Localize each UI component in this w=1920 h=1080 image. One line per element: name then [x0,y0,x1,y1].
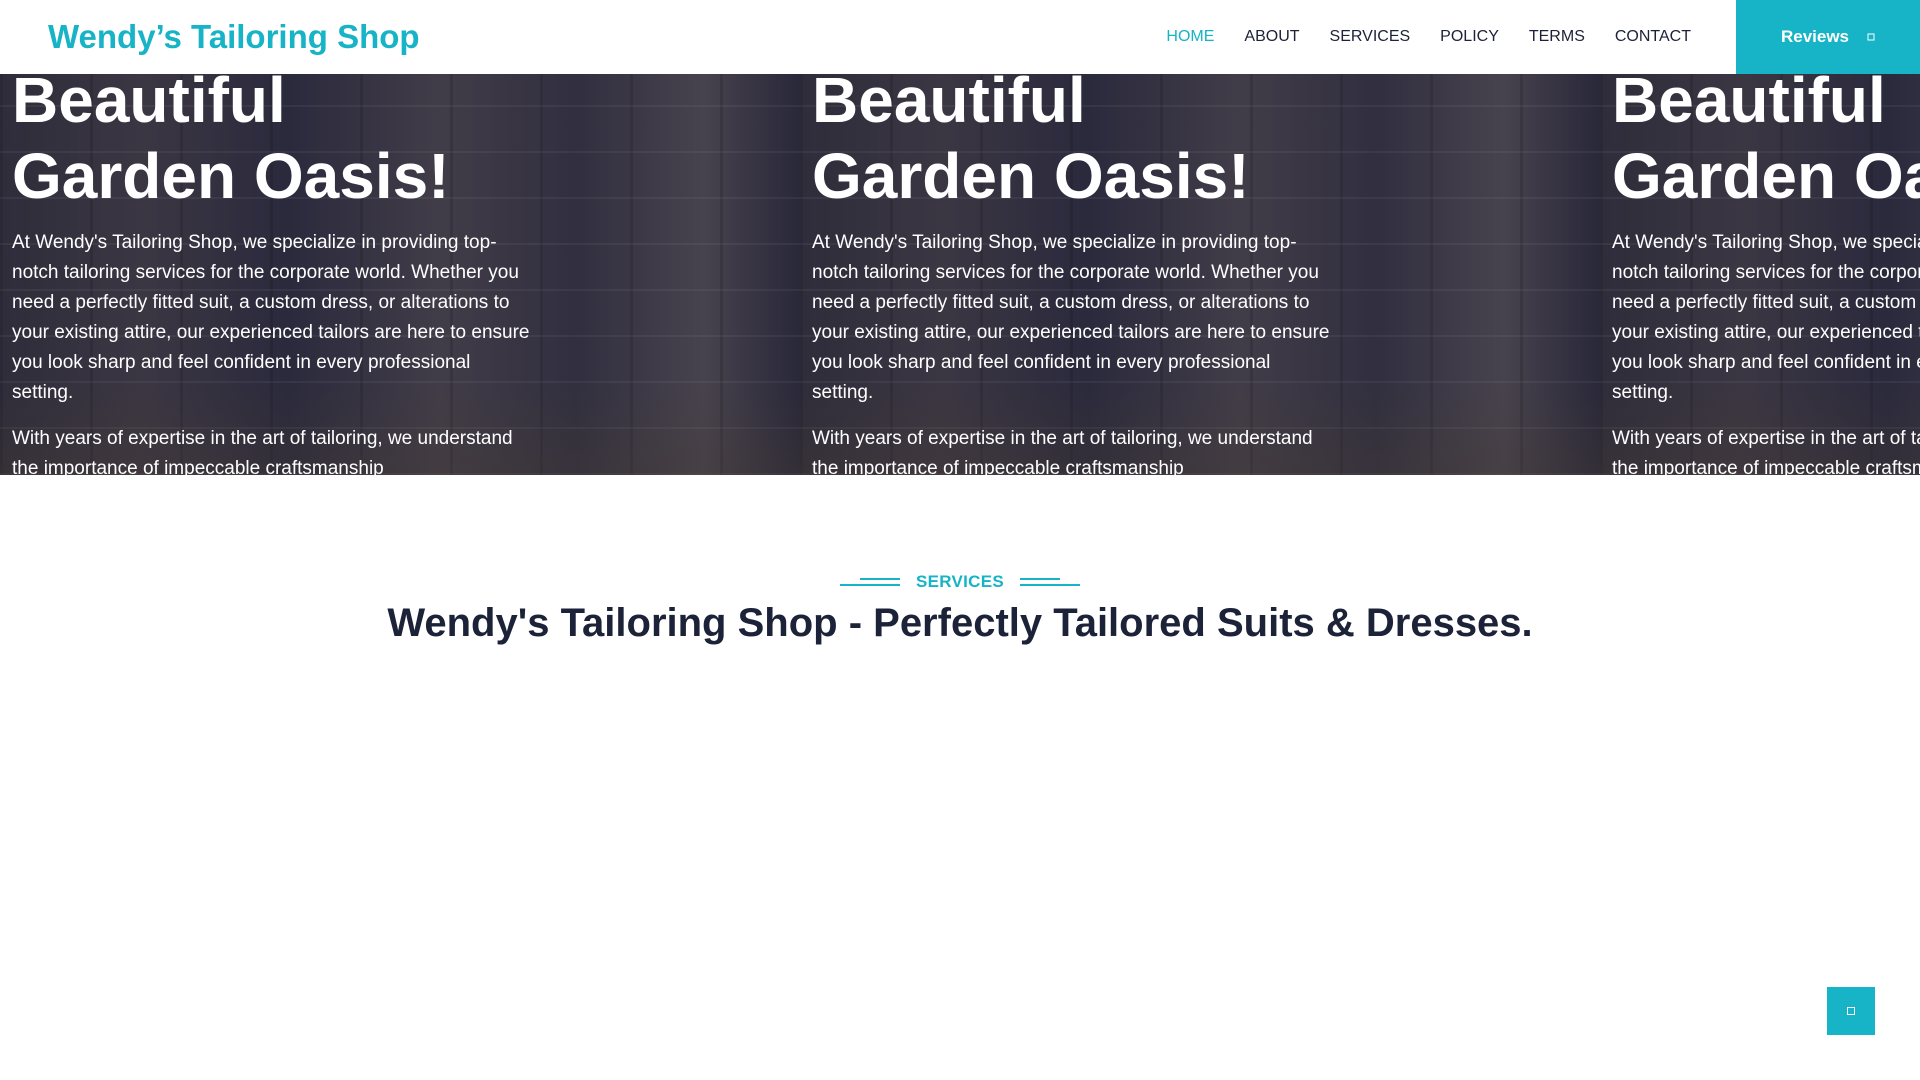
slide-paragraph: With years of expertise in the art of ta… [1612,428,1920,475]
slide-title: Beautiful Garden Oasis! [1612,74,1920,212]
slide-content: Beautiful Garden Oasis! At Wendy's Tailo… [1612,74,1920,475]
nav-terms[interactable]: TERMS [1514,28,1600,46]
brand-logo[interactable]: Wendy’s Tailoring Shop [48,18,420,56]
site-header: Wendy’s Tailoring Shop HOME ABOUT SERVIC… [0,0,1920,74]
section-title: Wendy's Tailoring Shop - Perfectly Tailo… [387,601,1533,645]
reviews-button-label: Reviews [1780,27,1850,46]
section-eyebrow: SERVICES [0,572,1920,592]
slide-paragraph: With years of expertise in the art of ta… [12,428,513,475]
nav-policy[interactable]: POLICY [1425,28,1514,46]
hero-slide: Beautiful Garden Oasis! At Wendy's Tailo… [800,74,1600,475]
nav-services[interactable]: SERVICES [1315,28,1426,46]
slide-title: Beautiful Garden Oasis! [12,74,450,212]
chevron-down-icon [1867,30,1875,44]
eyebrow-divider-right [1020,578,1081,586]
hero-slider[interactable]: Beautiful Garden Oasis! At Wendy's Tailo… [0,74,1920,475]
nav-contact[interactable]: CONTACT [1600,28,1706,46]
hero-slide: Beautiful Garden Oasis! At Wendy's Tailo… [0,74,800,475]
slide-content: Beautiful Garden Oasis! At Wendy's Tailo… [812,74,1332,475]
slide-paragraph: At Wendy's Tailoring Shop, we specialize… [12,232,530,403]
slide-title: Beautiful Garden Oasis! [812,74,1250,212]
main-nav: HOME ABOUT SERVICES POLICY TERMS CONTACT [1151,0,1706,74]
slide-paragraph: With years of expertise in the art of ta… [812,428,1313,475]
services-section: SERVICES Wendy's Tailoring Shop - Perfec… [0,475,1920,1080]
reviews-button[interactable]: Reviews [1736,0,1920,74]
eyebrow-divider-left [839,578,900,586]
back-to-top-button[interactable] [1827,987,1875,1035]
nav-about[interactable]: ABOUT [1229,28,1314,46]
slide-paragraph: At Wendy's Tailoring Shop, we specialize… [812,232,1330,403]
hero-slide: Beautiful Garden Oasis! At Wendy's Tailo… [1600,74,1920,475]
chevron-up-icon [1846,1006,1856,1016]
nav-home[interactable]: HOME [1151,28,1229,46]
eyebrow-label: SERVICES [915,572,1005,591]
slide-paragraph: At Wendy's Tailoring Shop, we specialize… [1612,232,1920,403]
slide-content: Beautiful Garden Oasis! At Wendy's Tailo… [12,74,532,475]
